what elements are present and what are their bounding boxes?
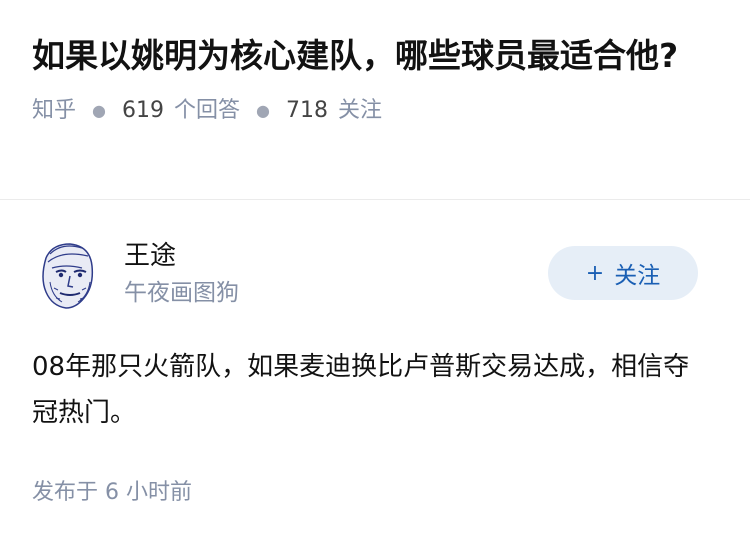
avatar[interactable] [32,238,104,310]
question-meta: 知乎 ● 619 个回答 ● 718 关注 [32,96,718,126]
answers-count: 619 [121,98,164,123]
follow-button[interactable]: + 关注 [548,246,698,300]
followers-count: 718 [285,98,328,123]
follow-label: 关注 [614,263,661,289]
plus-icon: + [585,260,605,286]
answers-label[interactable]: 个回答 [174,96,240,126]
answer-card: 王途 午夜画图狗 + 关注 08年那只火箭队，如果麦迪换比卢普斯交易达成，相信夺… [0,200,750,506]
author-bio: 午夜画图狗 [124,280,239,306]
question-header: 如果以姚明为核心建队，哪些球员最适合他? 知乎 ● 619 个回答 ● 718 … [0,0,750,200]
avatar-sketch-icon [32,238,104,310]
author-row: 王途 午夜画图狗 + 关注 [32,236,718,312]
publish-time: 发布于 6 小时前 [32,480,192,505]
followers-label[interactable]: 关注 [338,96,382,126]
author-info: 王途 午夜画图狗 [124,239,239,309]
question-title[interactable]: 如果以姚明为核心建队，哪些球员最适合他? [32,32,712,80]
separator-dot: ● [92,101,106,120]
answer-content[interactable]: 08年那只火箭队，如果麦迪换比卢普斯交易达成，相信夺冠热门。 [32,344,712,436]
source-label[interactable]: 知乎 [32,96,76,126]
separator-dot: ● [256,101,270,120]
author-name[interactable]: 王途 [124,239,239,273]
